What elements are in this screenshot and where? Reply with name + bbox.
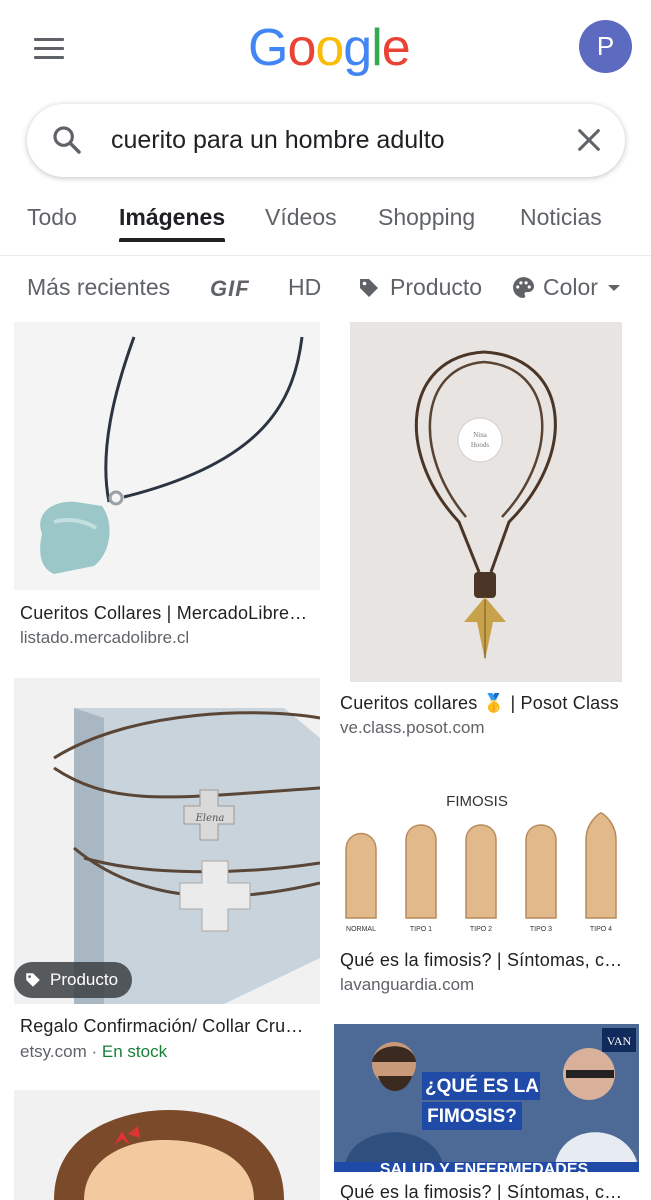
filter-recent-label: Más recientes — [27, 274, 171, 300]
avatar-initial: P — [596, 31, 615, 61]
search-input[interactable]: cuerito para un hombre adulto — [111, 126, 445, 155]
result-source[interactable]: etsy.com · En stock — [20, 1042, 167, 1062]
video-thumbnail: ¿QUÉ ES LA FIMOSIS? VAN SALUD Y ENFERMED… — [334, 1024, 639, 1172]
cross-necklace-image: Elena — [53, 708, 320, 1004]
logo-letter: e — [381, 19, 411, 77]
result-title[interactable]: Cueritos collares 🥇 | Posot Class — [340, 693, 632, 714]
tab-todo[interactable]: Todo — [27, 204, 77, 231]
filter-hd[interactable]: HD — [288, 274, 321, 301]
cartoon-image — [54, 1110, 284, 1200]
gif-label: GIF — [210, 276, 250, 301]
logo-letter: G — [248, 19, 288, 77]
illustration-heading: FIMOSIS — [446, 793, 508, 810]
result-title[interactable]: Qué es la fimosis? | Síntomas, c… — [340, 1182, 632, 1200]
video-caption: FIMOSIS? — [427, 1106, 517, 1127]
logo-badge-text: Hoods — [471, 441, 490, 449]
tag-icon — [360, 278, 378, 297]
video-lower-third: SALUD Y ENFERMEDADES — [380, 1161, 589, 1172]
illustration-label: NORMAL — [346, 926, 376, 933]
logo-badge-text: Nina — [473, 431, 488, 439]
menu-icon[interactable] — [30, 34, 70, 64]
result-image-1[interactable] — [14, 322, 320, 590]
product-badge[interactable]: Producto — [14, 962, 133, 998]
illustration-label: TIPO 1 — [410, 926, 432, 933]
result-image-6[interactable] — [14, 1090, 320, 1200]
result-source[interactable]: listado.mercadolibre.cl — [20, 628, 189, 648]
fimosis-illustration: FIMOSIS NORMAL TIPO 1 TIPO 2 TIPO 3 TIPO… — [345, 793, 617, 933]
search-tabs: Todo Imágenes Vídeos Shopping Noticias — [0, 196, 651, 256]
search-bar[interactable]: cuerito para un hombre adulto — [27, 104, 625, 177]
search-icon[interactable] — [51, 124, 83, 156]
account-avatar[interactable]: P — [579, 20, 632, 73]
close-icon[interactable] — [575, 126, 603, 154]
source-separator: · — [86, 1042, 102, 1061]
tag-icon — [26, 973, 40, 987]
illustration-label: TIPO 4 — [590, 926, 612, 933]
logo-letter: l — [371, 19, 383, 77]
arrowhead-necklace-image: Nina Hoods — [334, 322, 639, 682]
logo-letter: o — [287, 19, 316, 77]
filter-color-label: Color — [543, 274, 598, 300]
product-badge-label: Producto — [50, 970, 119, 989]
result-image-3[interactable]: Elena — [14, 678, 320, 1004]
result-image-5[interactable]: ¿QUÉ ES LA FIMOSIS? VAN SALUD Y ENFERMED… — [334, 1024, 639, 1172]
engraving-text: Elena — [195, 813, 225, 824]
tab-videos[interactable]: Vídeos — [265, 204, 337, 231]
result-image-4[interactable]: FIMOSIS NORMAL TIPO 1 TIPO 2 TIPO 3 TIPO… — [334, 768, 639, 940]
illustration-label: TIPO 2 — [470, 926, 492, 933]
tab-shopping[interactable]: Shopping — [378, 204, 475, 231]
source-domain: etsy.com — [20, 1042, 87, 1061]
video-logo: VAN — [607, 1034, 632, 1048]
tab-noticias[interactable]: Noticias — [520, 204, 602, 231]
filter-product[interactable]: Producto — [357, 274, 482, 301]
result-title[interactable]: Qué es la fimosis? | Síntomas, c… — [340, 950, 632, 971]
result-image-2[interactable]: Nina Hoods — [334, 322, 639, 682]
logo-letter: g — [343, 19, 372, 77]
filter-gif[interactable]: GIF — [210, 276, 250, 302]
palette-icon — [513, 277, 535, 298]
video-caption: ¿QUÉ ES LA — [425, 1075, 539, 1097]
necklace-image — [40, 336, 304, 574]
result-source[interactable]: ve.class.posot.com — [340, 718, 485, 738]
logo-letter: o — [315, 19, 344, 77]
google-images-results-page: Google P cuerito para un hombre adulto T… — [0, 0, 651, 1200]
active-tab-indicator — [119, 238, 225, 242]
google-logo[interactable]: Google — [248, 18, 411, 78]
result-title[interactable]: Regalo Confirmación/ Collar Cru… — [20, 1016, 312, 1037]
result-title[interactable]: Cueritos Collares | MercadoLibre… — [20, 603, 312, 624]
stock-status: En stock — [101, 1042, 168, 1061]
illustration-label: TIPO 3 — [530, 926, 552, 933]
filter-color[interactable]: Color — [511, 274, 622, 301]
filter-product-label: Producto — [390, 274, 483, 300]
filter-recent[interactable]: Más recientes — [27, 274, 170, 301]
tab-imagenes[interactable]: Imágenes — [119, 204, 225, 231]
result-source[interactable]: lavanguardia.com — [340, 975, 474, 995]
dropdown-arrow-icon — [607, 284, 620, 291]
filter-hd-label: HD — [288, 274, 322, 300]
